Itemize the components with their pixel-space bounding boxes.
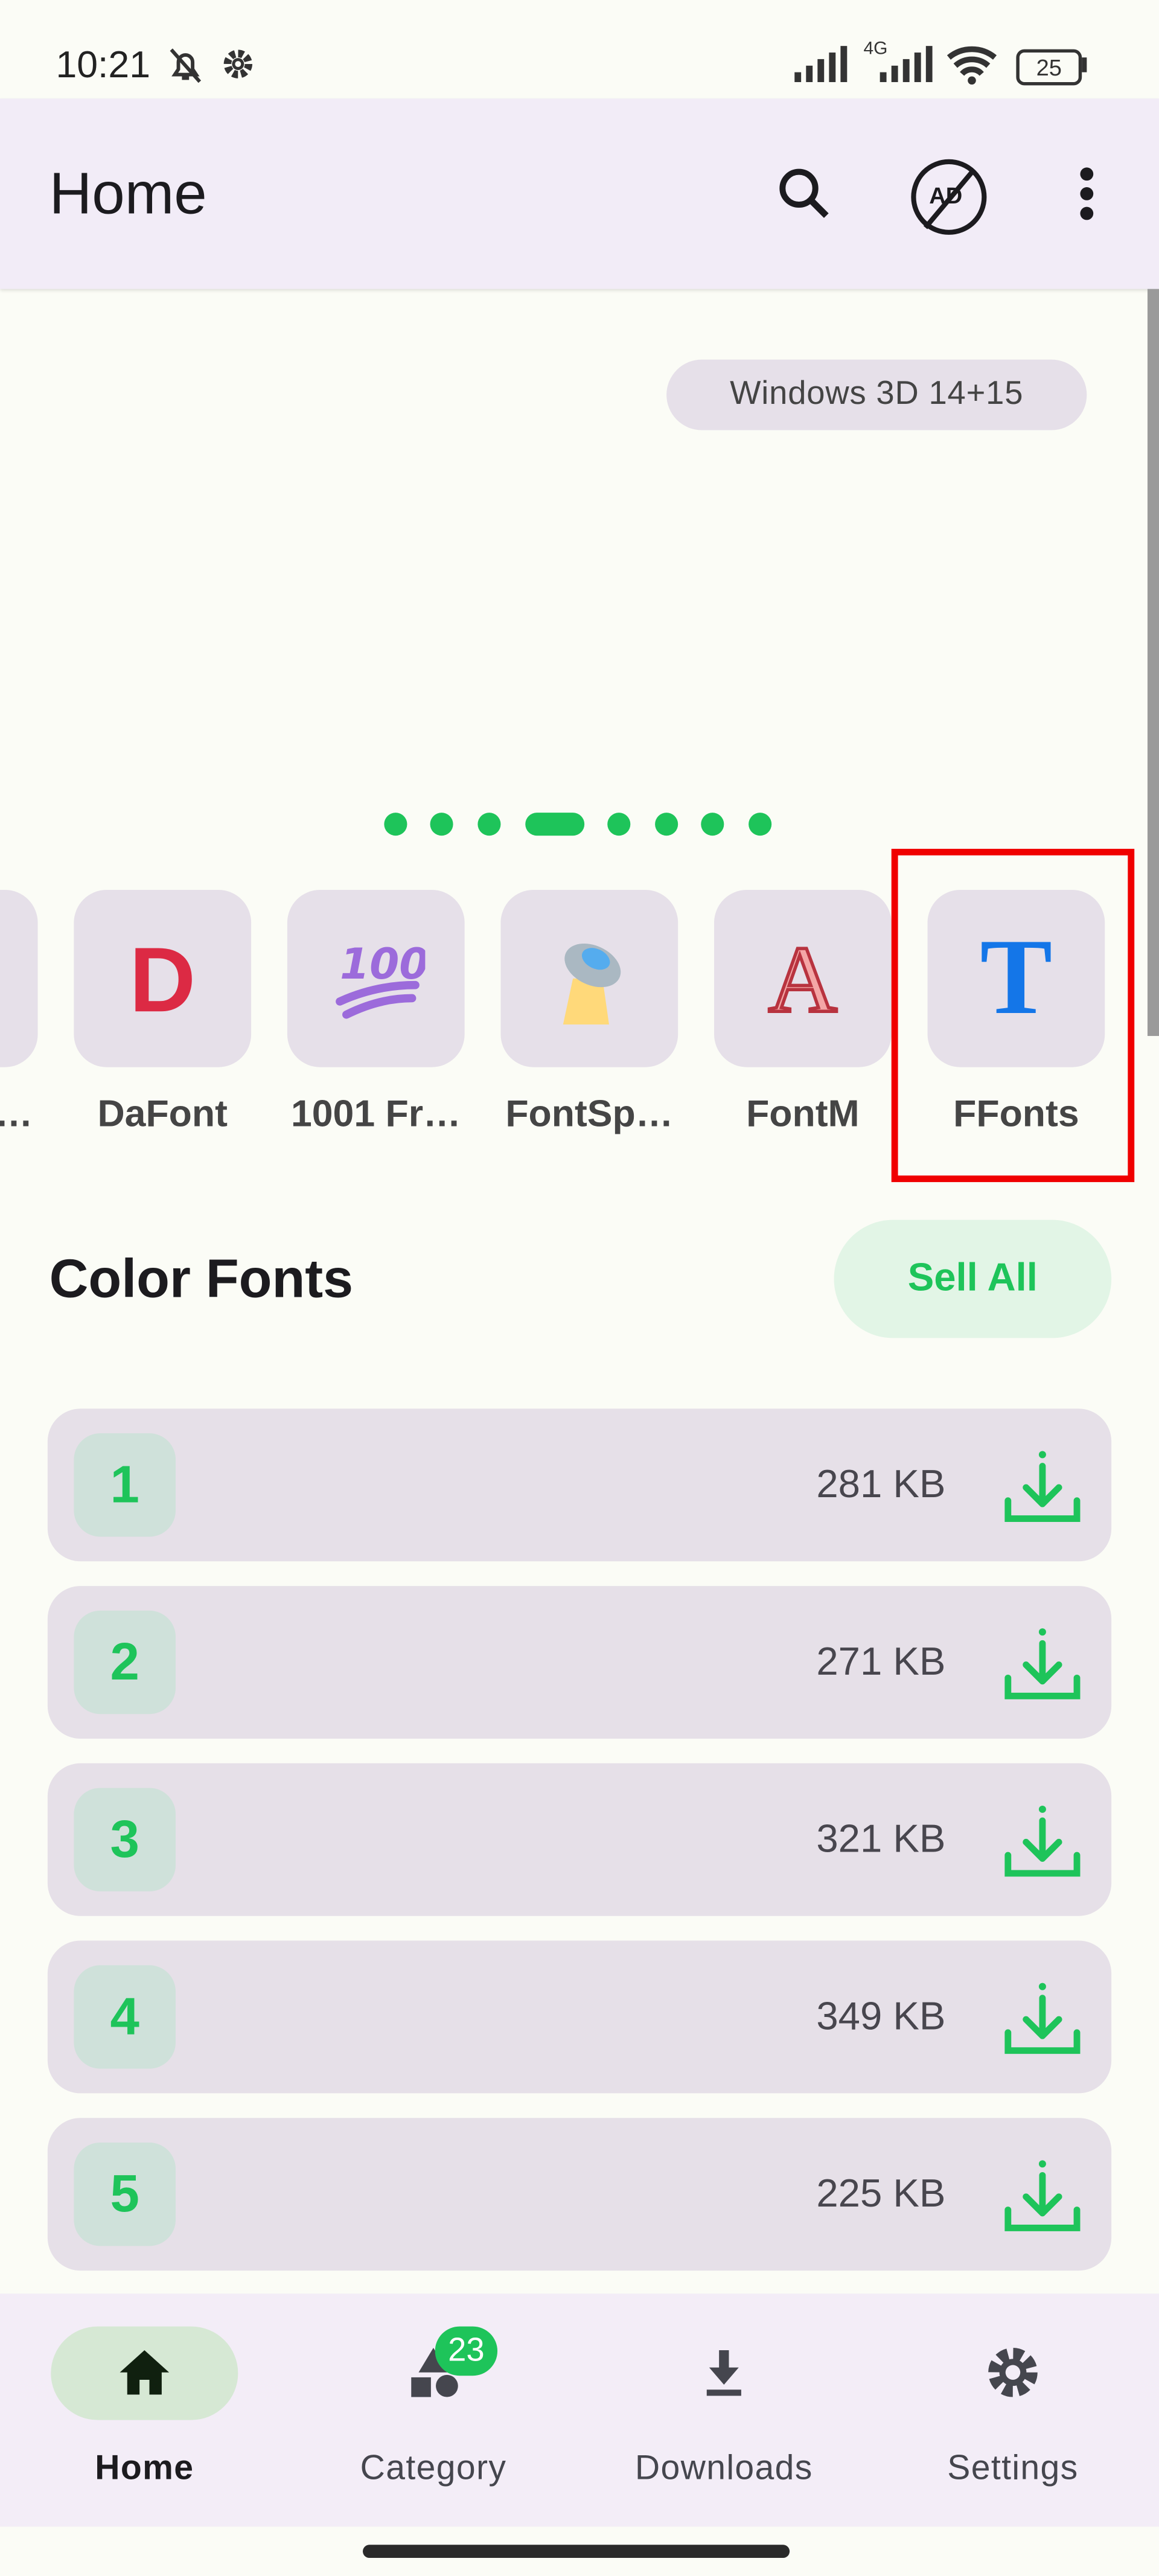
status-bar: 10:21 4G 25 (0, 0, 1159, 98)
item-number: 5 (74, 2143, 176, 2246)
see-all-button[interactable]: Sell All (834, 1219, 1112, 1338)
nav-label: Home (95, 2449, 194, 2488)
page-dot[interactable] (701, 813, 724, 836)
banner-chip[interactable]: Windows 3D 14+15 (666, 359, 1087, 430)
page-dot[interactable] (384, 813, 407, 836)
source-tile-1001[interactable]: 100 (287, 889, 465, 1067)
source-label: DaFont (97, 1091, 228, 1135)
source-label: 1001 Fr… (290, 1091, 461, 1135)
section-title: Color Fonts (49, 1247, 354, 1309)
item-size: 271 KB (816, 1640, 946, 1685)
item-number: 1 (74, 1433, 176, 1537)
nav-category[interactable]: 23 Category (289, 2293, 578, 2526)
page-dot[interactable] (477, 813, 501, 836)
signal-4g-icon (880, 46, 933, 82)
font-list-item[interactable]: 2 271 KB (47, 1586, 1112, 1739)
status-time: 10:21 (56, 42, 151, 86)
page-dot[interactable] (749, 813, 772, 836)
font-list-item[interactable]: 5 225 KB (47, 2118, 1112, 2271)
item-size: 349 KB (816, 1995, 946, 2039)
nav-downloads[interactable]: Downloads (580, 2293, 869, 2526)
source-tile-fontm[interactable]: A (714, 889, 892, 1067)
download-icon[interactable] (1001, 2154, 1084, 2236)
category-badge: 23 (435, 2326, 498, 2376)
item-number: 3 (74, 1788, 176, 1891)
nav-settings[interactable]: Settings (869, 2293, 1158, 2526)
download-icon[interactable] (1001, 1622, 1084, 1704)
download-icon[interactable] (1001, 1977, 1084, 2059)
item-size: 225 KB (816, 2172, 946, 2217)
search-icon[interactable] (771, 161, 837, 227)
font-list-item[interactable]: 3 321 KB (47, 1763, 1112, 1916)
source-label: FontM (746, 1091, 860, 1135)
source-tile-fontspace[interactable] (500, 889, 678, 1067)
settings-icon (988, 2347, 1038, 2397)
source-label: q… (0, 1092, 33, 1136)
wifi-icon (947, 46, 997, 85)
bell-off-icon (170, 48, 202, 83)
home-icon (120, 2350, 170, 2395)
item-number: 2 (74, 1610, 176, 1715)
source-label: FontSp… (505, 1091, 674, 1135)
signal-icon (794, 46, 848, 82)
item-size: 281 KB (816, 1463, 946, 1507)
bottom-nav: Home 23 Category Downloads Settings (0, 2293, 1159, 2527)
nav-home[interactable]: Home (0, 2293, 289, 2526)
screen: 10:21 4G 25 Home AD Windows 3D 14+15 q… (0, 0, 1159, 2576)
nav-label: Settings (947, 2449, 1079, 2488)
page-dot-active[interactable] (525, 813, 585, 836)
no-ads-icon[interactable]: AD (911, 159, 987, 235)
item-number: 4 (74, 1965, 176, 2069)
nav-label: Category (360, 2449, 507, 2488)
download-icon[interactable] (1001, 1445, 1084, 1527)
page-title: Home (49, 159, 207, 227)
nav-label: Downloads (634, 2449, 813, 2488)
page-dot[interactable] (607, 813, 631, 836)
d-letter-icon: D (129, 927, 196, 1031)
highlight-box (891, 849, 1135, 1183)
source-tile-dafont[interactable]: D (74, 889, 252, 1067)
item-size: 321 KB (816, 1817, 946, 1862)
download-icon[interactable] (1001, 1800, 1084, 1882)
page-dot[interactable] (655, 813, 678, 836)
gesture-bar[interactable] (363, 2545, 790, 2558)
font-list-item[interactable]: 4 349 KB (47, 1940, 1112, 2094)
ufo-icon (563, 944, 621, 1024)
scrollbar[interactable] (1147, 289, 1159, 1037)
settings-gear-icon (223, 50, 253, 78)
app-bar: Home AD (0, 98, 1159, 289)
more-vert-icon[interactable] (1067, 161, 1106, 227)
download-icon (706, 2350, 741, 2396)
font-list-item[interactable]: 1 281 KB (47, 1408, 1112, 1562)
battery-level: 25 (1036, 54, 1062, 81)
a-letter-icon: A (767, 924, 838, 1034)
battery-icon: 25 (1016, 49, 1082, 86)
page-dot[interactable] (430, 813, 453, 836)
hundred-emoji-icon: 100 (336, 939, 425, 1019)
source-tile-partial[interactable] (0, 889, 38, 1067)
